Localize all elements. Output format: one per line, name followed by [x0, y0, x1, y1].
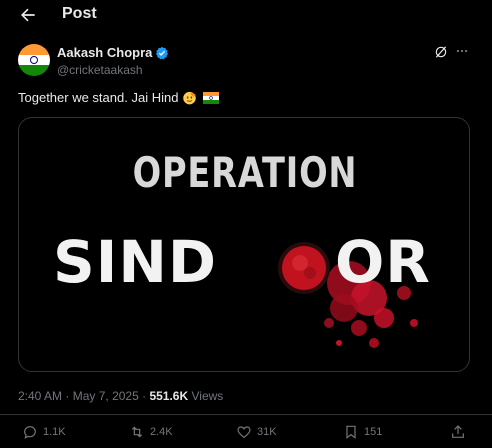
like-button[interactable]: 31K	[236, 424, 277, 440]
divider	[0, 414, 492, 415]
grok-icon[interactable]	[434, 45, 448, 59]
repost-icon	[131, 426, 143, 438]
author-name-text: Aakash Chopra	[57, 45, 153, 60]
india-flag-emoji-icon	[203, 91, 220, 104]
reply-count: 1.1K	[43, 426, 66, 438]
avatar[interactable]	[18, 44, 50, 76]
arrow-left-icon[interactable]	[18, 5, 38, 25]
media-text-line2-left: SIND	[53, 228, 218, 296]
reply-icon	[24, 426, 36, 439]
share-icon	[452, 425, 464, 438]
media-image[interactable]: OPERATION SIND OR	[18, 117, 470, 372]
post-date[interactable]: May 7, 2025	[73, 389, 139, 403]
views-count: 551.6K	[149, 389, 189, 403]
post-meta: 2:40 AM · May 7, 2025 · 551.6K Views	[18, 389, 223, 403]
bookmark-count: 151	[364, 426, 383, 438]
media-text-line2-right: OR	[335, 228, 431, 296]
like-count: 31K	[257, 426, 277, 438]
top-bar: Post	[0, 0, 492, 30]
action-bar: 1.1K 2.4K 31K 151	[0, 424, 492, 444]
tweet-text: Together we stand. Jai Hind	[18, 90, 220, 105]
repost-count: 2.4K	[150, 426, 173, 438]
reply-button[interactable]: 1.1K	[22, 424, 66, 440]
post-time[interactable]: 2:40 AM	[18, 389, 62, 403]
share-button[interactable]	[450, 424, 466, 440]
tweet-text-content: Together we stand. Jai Hind	[18, 90, 179, 105]
india-flag-avatar-icon	[18, 44, 50, 76]
heart-icon	[237, 426, 251, 439]
bookmark-button[interactable]: 151	[343, 424, 382, 440]
meta-separator: ·	[142, 389, 147, 403]
saluting-face-emoji-icon	[183, 91, 197, 105]
bookmark-icon	[346, 425, 356, 439]
page-title: Post	[62, 5, 97, 22]
repost-button[interactable]: 2.4K	[129, 424, 173, 440]
media-text-line1: OPERATION	[132, 148, 358, 197]
verified-badge-icon	[156, 46, 169, 59]
author-name[interactable]: Aakash Chopra	[57, 45, 169, 60]
author-handle[interactable]: @cricketaakash	[57, 63, 143, 77]
views-label: Views	[191, 389, 224, 403]
meta-separator: ·	[65, 389, 70, 403]
more-options-icon[interactable]	[455, 44, 469, 58]
